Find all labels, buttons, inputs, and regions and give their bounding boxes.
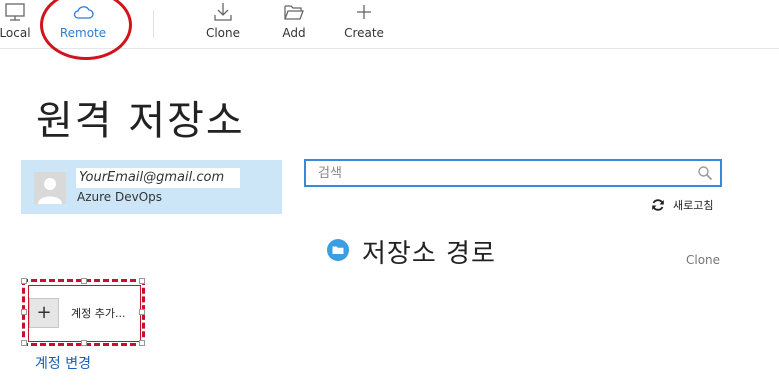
repo-path-heading: 저장소 경로 [362,239,496,269]
page-title: 원격 저장소 [36,98,245,144]
resize-handle [21,340,27,346]
folder-icon [327,239,349,261]
change-account-link[interactable]: 계정 변경 [35,353,91,373]
resize-handle [139,278,145,284]
resize-handle [81,340,87,346]
user-avatar-icon [34,172,66,204]
resize-handle [21,309,27,315]
clone-button-label: Clone [205,26,241,40]
add-button-label: Add [282,26,306,40]
add-account-label[interactable]: 계정 추가... [71,305,125,321]
resize-handle [139,340,145,346]
account-email-box: YourEmail@gmail.com [76,168,240,188]
search-input[interactable] [304,159,722,187]
resize-handle [21,278,27,284]
search-icon [698,166,713,181]
highlight-ellipse [40,0,132,60]
refresh-label: 새로고침 [673,199,714,212]
folder-open-icon [284,5,304,20]
clone-column-header: Clone [686,253,721,267]
account-provider: Azure DevOps [77,190,163,204]
monitor-icon [5,3,25,21]
refresh-icon [652,199,664,211]
account-card[interactable]: YourEmail@gmail.com Azure DevOps [21,160,282,214]
toolbar-divider [153,10,154,38]
resize-handle [81,278,87,284]
toolbar: Local Remote Clone Add Create [0,0,779,60]
plus-icon [357,5,371,19]
account-email: YourEmail@gmail.com [79,170,225,185]
add-account-button[interactable]: + [29,298,59,328]
resize-handle [139,309,145,315]
create-button[interactable]: Create [329,0,399,48]
remote-repositories-page: Local Remote Clone Add Create 원격 저장소 You… [0,0,779,391]
create-button-label: Create [344,26,384,40]
add-button[interactable]: Add [259,0,329,48]
clone-button[interactable]: Clone [188,0,258,48]
download-icon [214,3,232,21]
